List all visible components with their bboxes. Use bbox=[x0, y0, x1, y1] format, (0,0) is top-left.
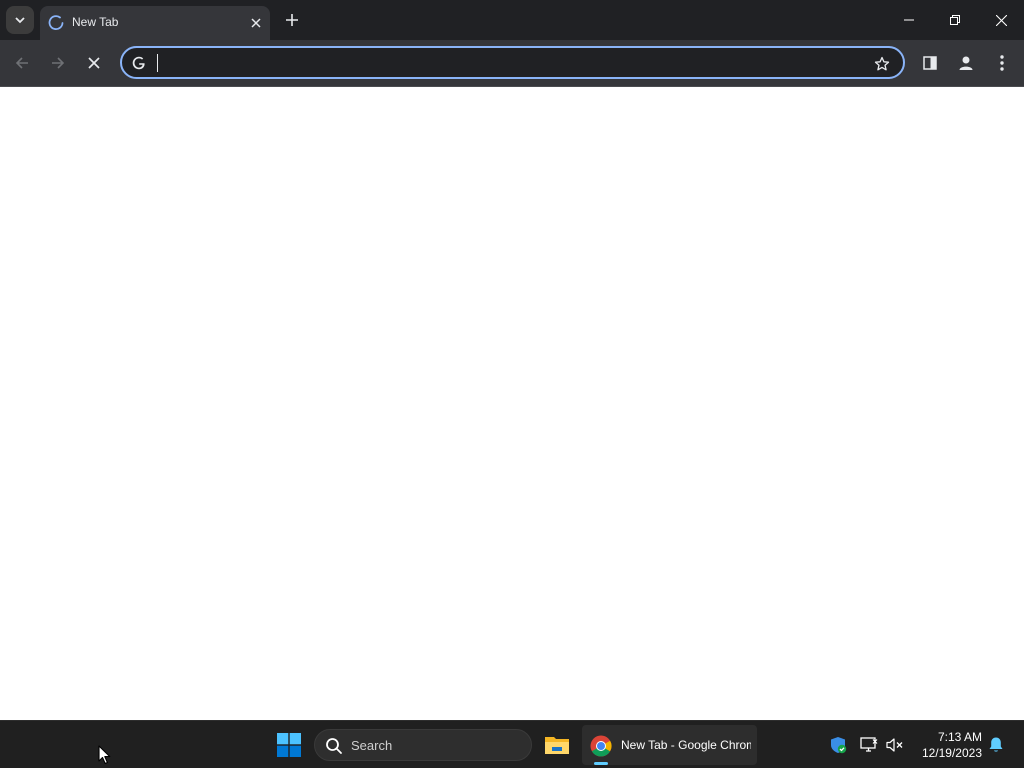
star-icon bbox=[874, 56, 890, 71]
tab-close-button[interactable] bbox=[246, 13, 266, 33]
file-explorer-button[interactable] bbox=[540, 727, 574, 763]
minimize-button[interactable] bbox=[886, 0, 932, 40]
mouse-cursor-icon bbox=[98, 745, 111, 765]
stop-button[interactable] bbox=[79, 48, 109, 78]
back-arrow-icon bbox=[15, 57, 28, 69]
tab-title: New Tab bbox=[72, 15, 119, 29]
restore-icon bbox=[950, 15, 960, 25]
tab-new-tab[interactable]: New Tab bbox=[40, 6, 270, 40]
chrome-taskbar-button[interactable]: New Tab - Google Chrome bbox=[582, 725, 757, 765]
windows-logo-icon bbox=[277, 733, 301, 757]
security-tray-button[interactable] bbox=[828, 735, 848, 755]
minimize-icon bbox=[904, 19, 914, 21]
side-panel-icon bbox=[923, 56, 937, 70]
chrome-title-bar: New Tab bbox=[0, 0, 1024, 40]
clock-time: 7:13 AM bbox=[937, 730, 982, 744]
volume-tray-button[interactable] bbox=[885, 735, 905, 755]
clock-date: 12/19/2023 bbox=[921, 746, 982, 760]
taskbar-clock[interactable]: 7:13 AM 12/19/2023 bbox=[912, 729, 982, 761]
tab-search-button[interactable] bbox=[6, 6, 34, 34]
chrome-window-label: New Tab - Google Chrome bbox=[621, 738, 751, 752]
restore-button[interactable] bbox=[932, 0, 978, 40]
text-caret bbox=[157, 54, 158, 72]
browser-toolbar bbox=[0, 40, 1024, 87]
side-panel-button[interactable] bbox=[915, 48, 945, 78]
back-button[interactable] bbox=[7, 48, 37, 78]
search-icon bbox=[326, 738, 342, 754]
taskbar-search[interactable]: Search bbox=[314, 729, 532, 761]
bookmark-button[interactable] bbox=[870, 52, 894, 76]
notifications-button[interactable] bbox=[986, 735, 1006, 755]
forward-button[interactable] bbox=[43, 48, 73, 78]
search-label: Search bbox=[351, 738, 393, 753]
windows-taskbar: Search New Tab - Google Chrome 7:13 AM 1… bbox=[0, 720, 1024, 768]
network-icon bbox=[860, 737, 878, 752]
stop-icon bbox=[88, 57, 100, 69]
kebab-menu-icon bbox=[1000, 55, 1004, 71]
screen: New Tab Search New Tab - Google Chrome 7… bbox=[0, 0, 1024, 768]
profile-button[interactable] bbox=[951, 48, 981, 78]
folder-icon bbox=[545, 737, 569, 754]
speaker-muted-icon bbox=[886, 738, 903, 752]
chrome-logo-icon bbox=[590, 735, 612, 757]
active-app-indicator bbox=[594, 762, 608, 765]
new-tab-button[interactable] bbox=[280, 8, 304, 32]
address-bar[interactable] bbox=[120, 46, 905, 79]
close-window-button[interactable] bbox=[978, 0, 1024, 40]
forward-arrow-icon bbox=[52, 57, 65, 69]
plus-icon bbox=[286, 14, 298, 26]
close-icon bbox=[995, 14, 1007, 26]
start-button[interactable] bbox=[272, 727, 306, 763]
windows-security-icon bbox=[831, 737, 847, 754]
page-content bbox=[0, 87, 1024, 720]
network-tray-button[interactable] bbox=[859, 735, 879, 755]
bell-icon bbox=[989, 737, 1003, 752]
chrome-menu-button[interactable] bbox=[987, 48, 1017, 78]
profile-icon bbox=[959, 56, 973, 70]
chevron-down-icon bbox=[15, 17, 25, 24]
close-icon bbox=[251, 18, 261, 28]
address-input[interactable] bbox=[156, 52, 856, 74]
google-g-icon bbox=[130, 54, 148, 72]
spinner-icon bbox=[48, 15, 64, 31]
